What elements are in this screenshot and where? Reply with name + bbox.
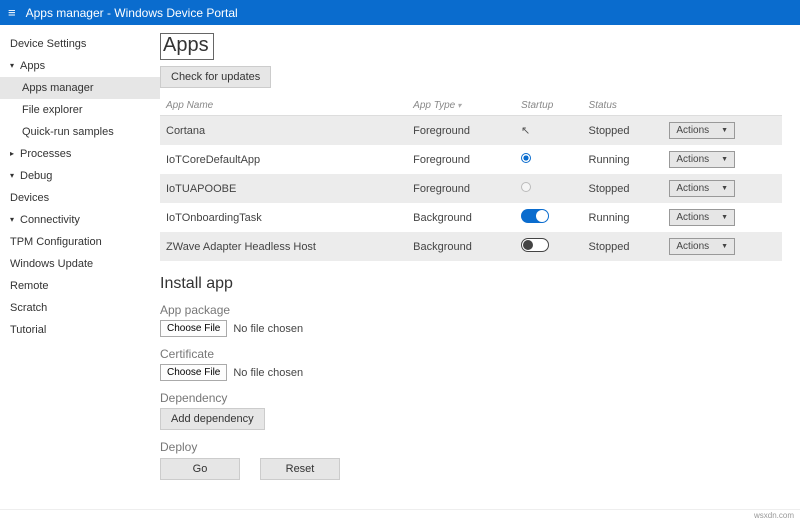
cell-app-name: ZWave Adapter Headless Host [160, 232, 407, 261]
cell-startup[interactable]: ↖ [515, 116, 583, 146]
main-content: Apps Check for updates App Name App Type… [160, 25, 800, 509]
chevron-down-icon: ▼ [721, 127, 728, 134]
col-actions [663, 96, 782, 116]
app-package-label: App package [160, 303, 782, 317]
certificate-file-status: No file chosen [233, 367, 303, 379]
chevron-down-icon: ▼ [721, 243, 728, 250]
reset-button[interactable]: Reset [260, 458, 340, 480]
nav-connectivity[interactable]: Connectivity [0, 209, 160, 231]
nav-tpm-configuration[interactable]: TPM Configuration [0, 231, 160, 253]
apps-table: App Name App Type▾ Startup Status Cortan… [160, 96, 782, 261]
choose-file-package-button[interactable]: Choose File [160, 320, 227, 337]
nav-scratch[interactable]: Scratch [0, 297, 160, 319]
actions-dropdown[interactable]: Actions▼ [669, 238, 735, 255]
watermark: wsxdn.com [754, 511, 794, 520]
table-row: IoTOnboardingTask Background Running Act… [160, 203, 782, 232]
cell-status: Stopped [583, 174, 664, 203]
certificate-label: Certificate [160, 347, 782, 361]
actions-dropdown[interactable]: Actions▼ [669, 180, 735, 197]
nav-device-settings[interactable]: Device Settings [0, 33, 160, 55]
nav-debug[interactable]: Debug [0, 165, 160, 187]
table-row: Cortana Foreground ↖ Stopped Actions▼ [160, 116, 782, 146]
title-bar: ≡ Apps manager - Windows Device Portal [0, 0, 800, 25]
radio-off-icon [521, 182, 531, 192]
col-startup[interactable]: Startup [515, 96, 583, 116]
chevron-down-icon: ▼ [721, 156, 728, 163]
cell-app-type: Foreground [407, 145, 515, 174]
nav-windows-update[interactable]: Windows Update [0, 253, 160, 275]
col-app-name[interactable]: App Name [160, 96, 407, 116]
table-row: IoTUAPOOBE Foreground Stopped Actions▼ [160, 174, 782, 203]
go-button[interactable]: Go [160, 458, 240, 480]
hamburger-icon[interactable]: ≡ [8, 5, 16, 20]
table-row: IoTCoreDefaultApp Foreground Running Act… [160, 145, 782, 174]
actions-dropdown[interactable]: Actions▼ [669, 151, 735, 168]
sidebar: Device Settings Apps Apps manager File e… [0, 25, 160, 509]
cell-startup[interactable] [515, 203, 583, 232]
col-status[interactable]: Status [583, 96, 664, 116]
cell-status: Stopped [583, 116, 664, 146]
dependency-label: Dependency [160, 391, 782, 405]
add-dependency-button[interactable]: Add dependency [160, 408, 265, 430]
chevron-down-icon: ▼ [721, 214, 728, 221]
nav-remote[interactable]: Remote [0, 275, 160, 297]
cell-startup[interactable] [515, 232, 583, 261]
cell-app-type: Foreground [407, 174, 515, 203]
cell-status: Running [583, 203, 664, 232]
cell-app-type: Background [407, 232, 515, 261]
nav-apps[interactable]: Apps [0, 55, 160, 77]
nav-processes[interactable]: Processes [0, 143, 160, 165]
deploy-label: Deploy [160, 440, 782, 454]
cell-app-name: Cortana [160, 116, 407, 146]
package-file-status: No file chosen [233, 323, 303, 335]
toggle-off-icon [521, 238, 549, 252]
cell-app-type: Background [407, 203, 515, 232]
nav-file-explorer[interactable]: File explorer [0, 99, 160, 121]
cell-startup[interactable] [515, 145, 583, 174]
nav-tutorial[interactable]: Tutorial [0, 319, 160, 341]
actions-dropdown[interactable]: Actions▼ [669, 122, 735, 139]
toggle-on-icon [521, 209, 549, 223]
nav-devices[interactable]: Devices [0, 187, 160, 209]
cell-app-type: Foreground [407, 116, 515, 146]
cell-status: Running [583, 145, 664, 174]
actions-dropdown[interactable]: Actions▼ [669, 209, 735, 226]
cursor-icon: ↖ [521, 124, 530, 137]
install-app-heading: Install app [160, 275, 782, 293]
cell-app-name: IoTOnboardingTask [160, 203, 407, 232]
table-row: ZWave Adapter Headless Host Background S… [160, 232, 782, 261]
choose-file-certificate-button[interactable]: Choose File [160, 364, 227, 381]
cell-startup[interactable] [515, 174, 583, 203]
check-updates-button[interactable]: Check for updates [160, 66, 271, 88]
cell-app-name: IoTCoreDefaultApp [160, 145, 407, 174]
window-title: Apps manager - Windows Device Portal [26, 6, 238, 20]
page-title: Apps [160, 33, 214, 60]
nav-apps-manager[interactable]: Apps manager [0, 77, 160, 99]
col-app-type[interactable]: App Type▾ [407, 96, 515, 116]
nav-quick-run-samples[interactable]: Quick-run samples [0, 121, 160, 143]
cell-app-name: IoTUAPOOBE [160, 174, 407, 203]
footer: wsxdn.com [0, 509, 800, 521]
sort-icon: ▾ [457, 101, 461, 110]
chevron-down-icon: ▼ [721, 185, 728, 192]
radio-on-icon [521, 153, 531, 163]
cell-status: Stopped [583, 232, 664, 261]
